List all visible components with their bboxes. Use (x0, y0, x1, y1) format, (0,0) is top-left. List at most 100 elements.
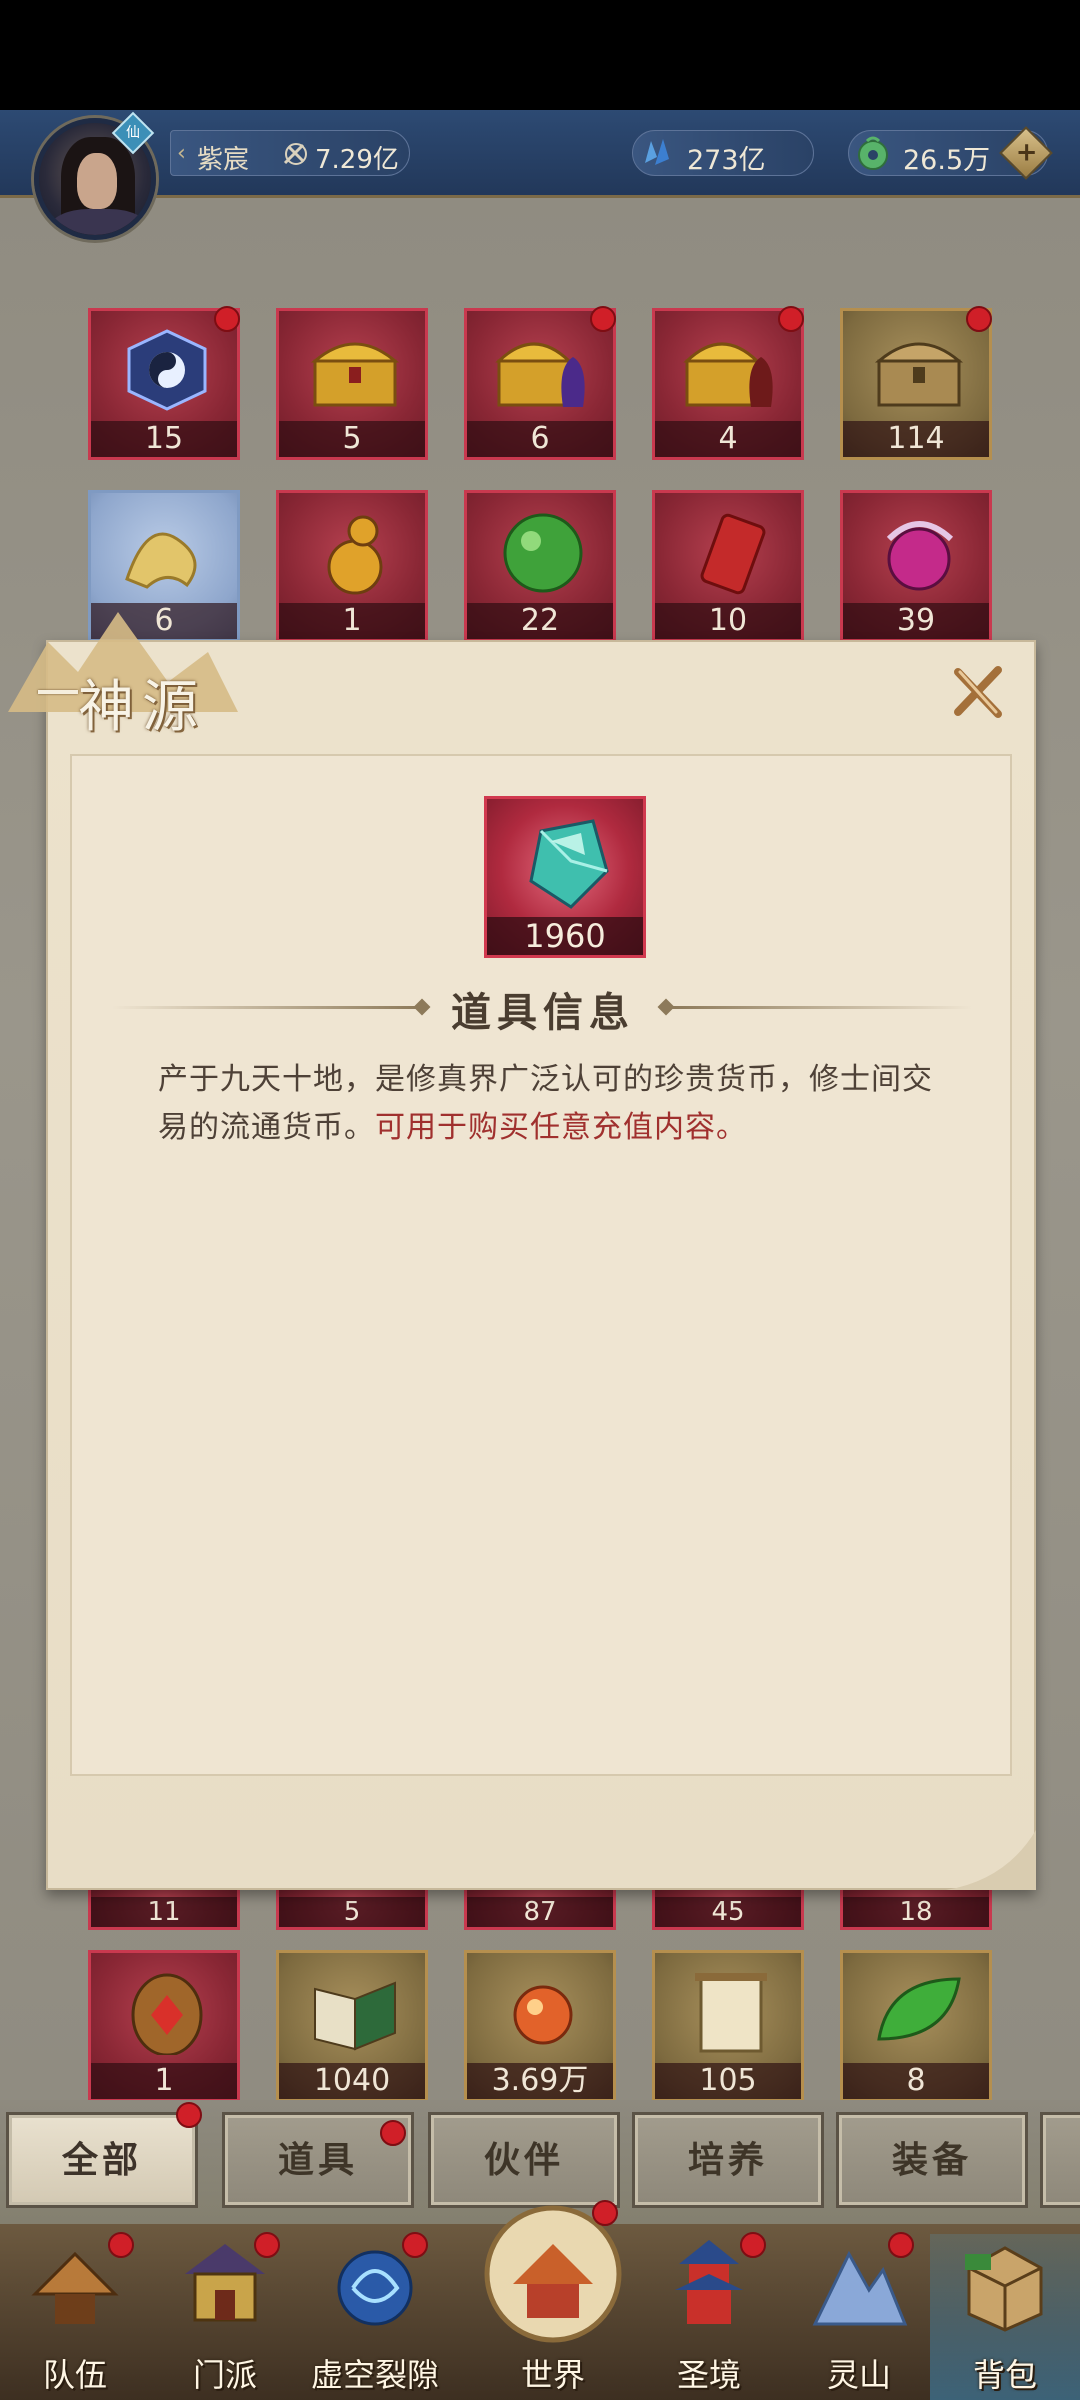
crystal-currency[interactable]: 273亿 (632, 130, 814, 176)
item-preview: 1960 (484, 796, 646, 958)
inventory-slot[interactable]: 6 (464, 308, 616, 460)
inventory-slot[interactable]: 4 (652, 308, 804, 460)
bagua-orb-icon (127, 329, 207, 411)
notification-dot (108, 2232, 134, 2258)
jade-currency[interactable]: 26.5万 + (848, 126, 1053, 180)
avatar-face (77, 153, 117, 209)
notification-dot (888, 2232, 914, 2258)
green-pearl-icon (503, 513, 583, 593)
nav-label: 队伍 (42, 2356, 107, 2394)
inventory-slot[interactable]: 1 (88, 1950, 240, 2102)
item-description: 产于九天十地，是修真界广泛认可的珍贵货币，修士间交易的流通货币。可用于购买任意充… (158, 1056, 938, 1152)
tab-all[interactable]: 全部 (6, 2112, 198, 2208)
slot-count: 5 (279, 421, 425, 457)
notification-dot (176, 2102, 202, 2128)
item-count: 1960 (487, 917, 643, 955)
tab-partners[interactable]: 伙伴 (428, 2112, 620, 2208)
inventory-slot[interactable]: 5 (276, 308, 428, 460)
soul-gem-icon (529, 819, 609, 909)
tab-label: 全部 (61, 2139, 142, 2181)
slot-count: 4 (655, 421, 801, 457)
bronze-token-icon (131, 1973, 203, 2055)
game-screen: ‹ 紫宸 7.29亿 273亿 26.5万 + 仙 15 5 6 4 114 6… (0, 110, 1080, 2400)
nav-spirit-mountain[interactable]: 灵山 (784, 2234, 934, 2400)
crystal-amount: 273亿 (687, 145, 766, 176)
golden-dragon-icon (125, 532, 197, 589)
tab-more[interactable] (1040, 2112, 1080, 2208)
fire-orb-icon (513, 1985, 573, 2045)
notification-dot (592, 2200, 618, 2226)
inventory-slot[interactable]: 15 (88, 308, 240, 460)
tab-equipment[interactable]: 装备 (836, 2112, 1028, 2208)
inventory-slot[interactable]: 1040 (276, 1950, 428, 2102)
golden-chest-red-icon (683, 342, 773, 407)
notification-dot (740, 2232, 766, 2258)
notification-dot (254, 2232, 280, 2258)
tab-label: 伙伴 (483, 2139, 564, 2181)
slot-count: 3.69万 (467, 2063, 613, 2099)
purple-orb-icon (886, 521, 954, 591)
dialog-content: 1960 道具信息 产于九天十地，是修真界广泛认可的珍贵货币，修士间交易的流通货… (70, 754, 1012, 1776)
inventory-slot[interactable]: 22 (464, 490, 616, 642)
section-title: 道具信息 (451, 989, 635, 1036)
slot-count: 5 (279, 1897, 425, 1927)
slot-count: 10 (655, 603, 801, 639)
slot-count: 87 (467, 1897, 613, 1927)
inventory-slot[interactable]: 10 (652, 490, 804, 642)
inventory-slot[interactable]: 8 (840, 1950, 992, 2102)
inventory-slot[interactable]: 1 (276, 490, 428, 642)
combat-power-icon (283, 143, 307, 165)
nav-team[interactable]: 队伍 (0, 2234, 150, 2400)
nav-label: 圣境 (676, 2356, 741, 2394)
slot-count: 18 (843, 1897, 989, 1927)
vip-badge-label: 仙 (126, 125, 140, 141)
bottom-navigation: 队伍 门派 虚空裂隙 世界 圣境 灵山 背包 (0, 2200, 1080, 2400)
red-talisman-icon (700, 513, 766, 595)
slot-count: 1040 (279, 2063, 425, 2099)
combat-power-value: 7.29亿 (315, 145, 399, 175)
avatar-robe (49, 209, 149, 235)
inventory-slot[interactable]: 3.69万 (464, 1950, 616, 2102)
slot-count: 8 (843, 2063, 989, 2099)
inventory-slot[interactable]: 39 (840, 490, 992, 642)
slot-count: 39 (843, 603, 989, 639)
nav-void-rift[interactable]: 虚空裂隙 (290, 2234, 460, 2400)
player-name: 紫宸 (197, 145, 250, 175)
dialog-title: 神源 (78, 675, 206, 740)
top-bar: ‹ 紫宸 7.29亿 273亿 26.5万 + (0, 110, 1080, 198)
nav-backpack[interactable]: 背包 (930, 2234, 1080, 2400)
item-detail-dialog: 神源 1960 道具信息 产于九天十地，是修真界广泛认可的珍贵货币，修士间交易的… (8, 612, 1036, 1890)
nav-holy-realm[interactable]: 圣境 (634, 2234, 784, 2400)
scroll-icon (695, 1973, 767, 2053)
slot-count: 6 (467, 421, 613, 457)
book-icon (314, 1981, 396, 2051)
bronze-chest-icon (874, 342, 964, 407)
slot-count: 22 (467, 603, 613, 639)
tab-label: 培养 (687, 2139, 768, 2181)
notification-dot (380, 2120, 406, 2146)
slot-count: 114 (843, 421, 989, 457)
player-info-pill[interactable]: ‹ 紫宸 7.29亿 (170, 130, 410, 176)
nav-sect[interactable]: 门派 (150, 2234, 300, 2400)
nav-world[interactable]: 世界 (478, 2205, 628, 2400)
slot-count: 15 (91, 421, 237, 457)
inventory-slot[interactable]: 114 (840, 308, 992, 460)
section-header: 道具信息 (72, 976, 1014, 1036)
divider (672, 1006, 972, 1009)
notification-dot (966, 306, 992, 332)
green-leaf-icon (877, 1977, 961, 2041)
chevron-left-icon: ‹ (177, 141, 186, 166)
nav-label: 虚空裂隙 (310, 2356, 439, 2394)
gourd-bottle-icon (327, 515, 383, 595)
inventory-slot[interactable]: 105 (652, 1950, 804, 2102)
golden-chest-icon (310, 342, 400, 407)
jade-coin-icon (858, 136, 888, 170)
close-icon[interactable] (948, 662, 1008, 722)
slot-count: 105 (655, 2063, 801, 2099)
slot-count: 1 (91, 2063, 237, 2099)
tab-cultivate[interactable]: 培养 (632, 2112, 824, 2208)
add-currency-button[interactable]: + (999, 126, 1053, 180)
tab-label: 装备 (891, 2139, 972, 2181)
golden-chest-purple-icon (495, 342, 585, 407)
nav-label: 灵山 (826, 2356, 891, 2394)
